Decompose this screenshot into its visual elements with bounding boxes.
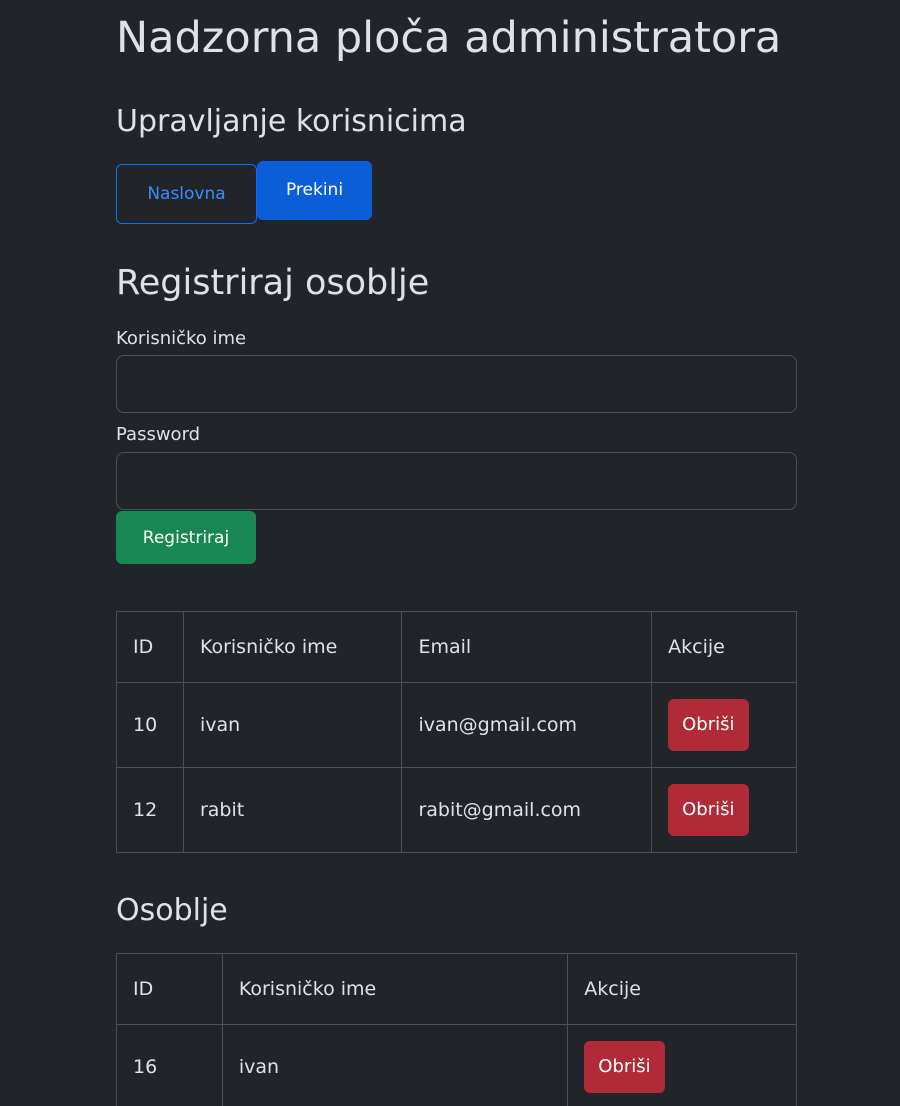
table-header-row: ID Korisničko ime Email Akcije: [116, 611, 797, 683]
column-header-id: ID: [116, 953, 223, 1025]
cell-actions: Obriši: [651, 682, 797, 768]
cancel-button[interactable]: Prekini: [257, 161, 372, 220]
column-header-actions: Akcije: [567, 953, 797, 1025]
delete-staff-button[interactable]: Obriši: [584, 1041, 665, 1093]
table-row: 12 rabit rabit@gmail.com Obriši: [116, 767, 797, 853]
table-header-row: ID Korisničko ime Akcije: [116, 953, 797, 1025]
delete-user-button[interactable]: Obriši: [668, 784, 749, 836]
username-label: Korisničko ime: [116, 328, 247, 349]
register-form-title: Registriraj osoblje: [116, 263, 430, 303]
cell-actions: Obriši: [651, 767, 797, 853]
page: Nadzorna ploča administratora Upravljanj…: [0, 0, 900, 1106]
column-header-username: Korisničko ime: [182, 611, 403, 683]
cell-username: ivan: [221, 1024, 569, 1106]
cell-username: rabit: [182, 767, 403, 853]
username-input[interactable]: [116, 355, 797, 413]
password-label: Password: [116, 424, 201, 445]
delete-user-button[interactable]: Obriši: [668, 699, 749, 751]
cell-actions: Obriši: [567, 1024, 797, 1106]
table-row: 10 ivan ivan@gmail.com Obriši: [116, 682, 797, 768]
staff-table: ID Korisničko ime Akcije 16 ivan Obriši: [116, 953, 797, 1106]
password-input[interactable]: [116, 452, 797, 510]
cell-id: 16: [116, 1024, 223, 1106]
register-button[interactable]: Registriraj: [116, 511, 256, 564]
cell-email: ivan@gmail.com: [401, 682, 653, 768]
home-button[interactable]: Naslovna: [116, 164, 257, 224]
column-header-username: Korisničko ime: [221, 953, 569, 1025]
page-title: Nadzorna ploča administratora: [116, 13, 782, 63]
table-row: 16 ivan Obriši: [116, 1024, 797, 1106]
users-table: ID Korisničko ime Email Akcije 10 ivan i…: [116, 611, 797, 853]
cell-username: ivan: [182, 682, 403, 768]
column-header-actions: Akcije: [651, 611, 797, 683]
cell-email: rabit@gmail.com: [401, 767, 653, 853]
cell-id: 12: [116, 767, 184, 853]
column-header-email: Email: [401, 611, 653, 683]
column-header-id: ID: [116, 611, 184, 683]
section-title: Upravljanje korisnicima: [116, 104, 467, 139]
staff-title: Osoblje: [116, 893, 228, 928]
cell-id: 10: [116, 682, 184, 768]
